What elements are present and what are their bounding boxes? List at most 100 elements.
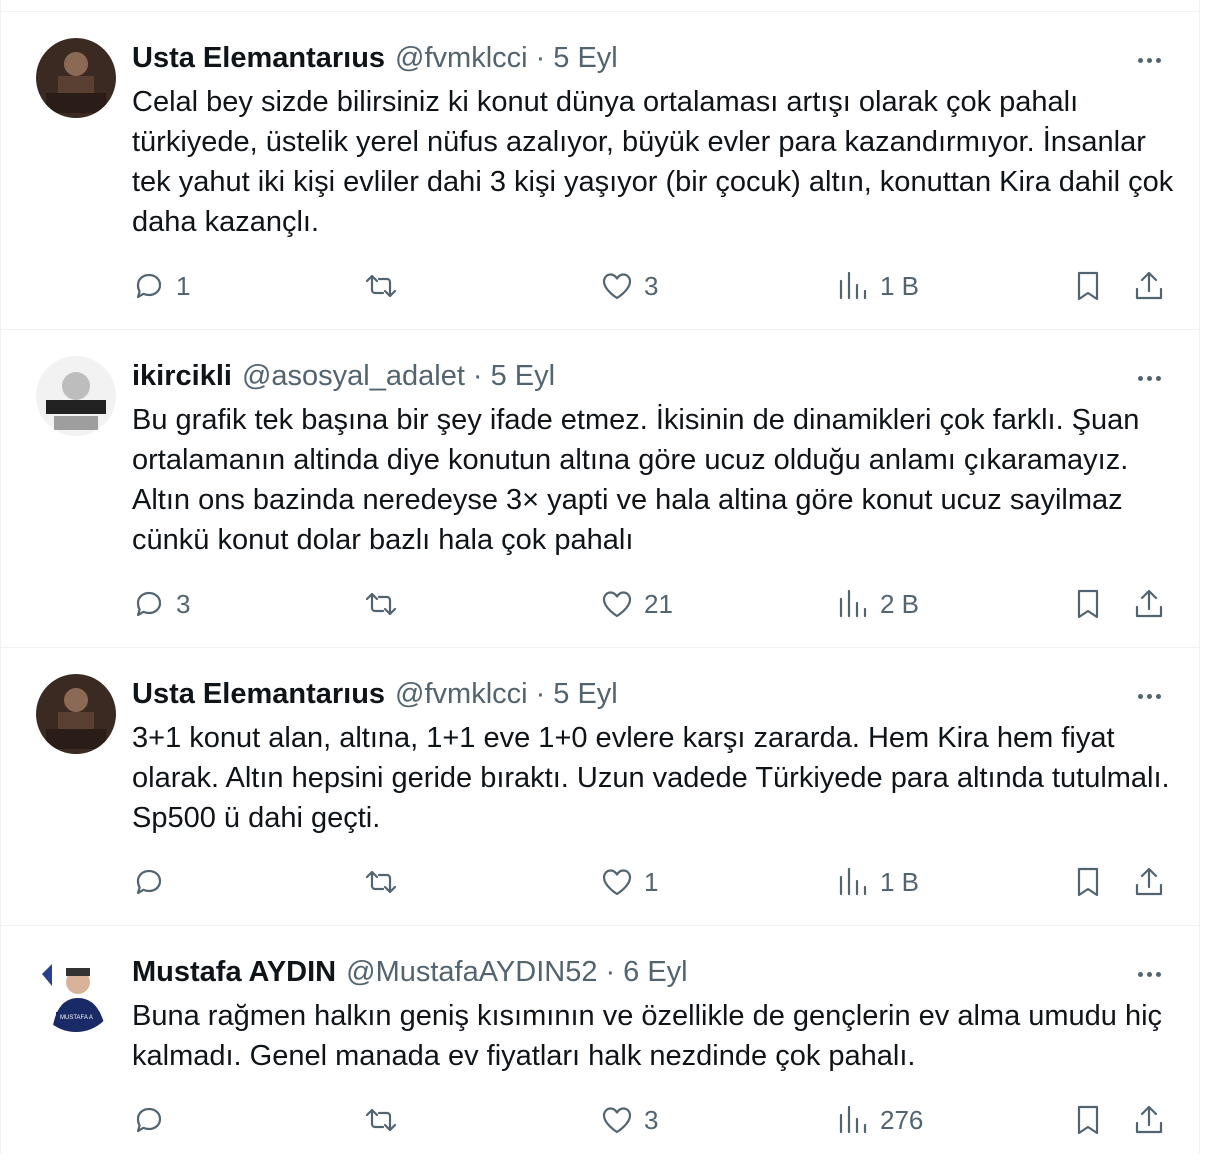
reply-button[interactable]: 1 [132,266,190,306]
bookmark-icon [1077,1105,1099,1135]
views-button[interactable]: 276 [836,1100,923,1140]
views-icon [839,1105,867,1134]
retweet-icon [365,592,397,616]
user-handle[interactable]: @MustafaAYDIN52 [346,956,597,989]
bookmark-button[interactable] [1071,1100,1105,1140]
tweet-date[interactable]: 5 Eyl [553,42,617,75]
like-button[interactable]: 1 [600,862,658,902]
tweet-actions: 1 3 1 B [132,266,1172,306]
retweet-button[interactable] [364,266,408,306]
avatar[interactable]: MUSTAFA A [36,952,116,1032]
views-icon [839,867,867,896]
tweet-date[interactable]: 6 Eyl [623,956,687,989]
tweet[interactable]: MUSTAFA A Mustafa AYDIN @MustafaAYDIN52 … [1,926,1201,1154]
bookmark-button[interactable] [1071,862,1105,902]
share-icon [1135,589,1163,618]
like-count: 1 [644,866,659,897]
views-count: 1 B [880,866,920,897]
tweet-header: Mustafa AYDIN @MustafaAYDIN52 · 6 Eyl [132,954,688,990]
views-count: 1 B [880,270,920,301]
share-icon [1135,271,1163,300]
share-button[interactable] [1132,584,1166,624]
bookmark-icon [1077,867,1099,897]
tweet-actions: 3 21 2 B [132,584,1172,624]
separator: · [535,41,546,74]
share-icon [1135,867,1163,896]
views-button[interactable]: 2 B [836,584,919,624]
like-count: 3 [644,270,659,301]
user-handle[interactable]: @fvmklcci [395,42,528,75]
avatar[interactable] [36,38,116,118]
retweet-icon [365,870,397,894]
views-icon [839,271,867,300]
like-icon [602,1107,632,1134]
tweet-text: 3+1 konut alan, altına, 1+1 eve 1+0 evle… [132,722,1170,834]
tweet-text: Buna rağmen halkın geniş kısımının ve öz… [132,1000,1163,1072]
views-count: 2 B [880,588,920,619]
retweet-button[interactable] [364,1100,408,1140]
like-count: 3 [644,1104,659,1135]
like-count: 21 [644,588,673,619]
display-name[interactable]: ikircikli [132,360,232,393]
tweet-date[interactable]: 5 Eyl [491,360,555,393]
tweet-text: Bu grafik tek başına bir şey ifade etmez… [132,404,1140,556]
like-button[interactable]: 21 [600,584,673,624]
user-handle[interactable]: @asosyal_adalet [242,360,465,393]
reply-icon [136,869,162,895]
more-icon[interactable] [1129,684,1169,708]
avatar[interactable] [36,674,116,754]
reply-icon [136,1107,162,1133]
share-button[interactable] [1132,862,1166,902]
separator: · [535,677,546,710]
retweet-button[interactable] [364,862,408,902]
retweet-button[interactable] [364,584,408,624]
views-button[interactable]: 1 B [836,266,919,306]
avatar-badge-text: MUSTAFA A [60,1015,93,1021]
share-icon [1135,1105,1163,1134]
avatar[interactable] [36,356,116,436]
reply-icon [136,591,162,617]
reply-count: 3 [176,588,191,619]
tweet-actions: 3 276 [132,1100,1172,1140]
tweet-date[interactable]: 5 Eyl [553,678,617,711]
tweet-text: Celal bey sizde bilirsiniz ki konut düny… [132,86,1174,238]
like-button[interactable]: 3 [600,1100,658,1140]
display-name[interactable]: Usta Elemantarıus [132,678,385,711]
tweet[interactable]: ikircikli @asosyal_adalet · 5 Eyl Bu gra… [1,330,1201,648]
retweet-icon [365,1108,397,1132]
display-name[interactable]: Usta Elemantarıus [132,42,385,75]
separator: · [605,955,616,988]
like-icon [602,273,632,300]
tweet-header: Usta Elemantarıus @fvmklcci · 5 Eyl [132,40,618,76]
retweet-icon [365,274,397,298]
bookmark-icon [1077,589,1099,619]
like-button[interactable]: 3 [600,266,658,306]
reply-button[interactable]: 3 [132,584,190,624]
tweet-actions: 1 1 B [132,862,1172,902]
separator: · [472,359,483,392]
share-button[interactable] [1132,266,1166,306]
bookmark-button[interactable] [1071,584,1105,624]
views-button[interactable]: 1 B [836,862,919,902]
bookmark-icon [1077,271,1099,301]
tweet-header: Usta Elemantarıus @fvmklcci · 5 Eyl [132,676,618,712]
tweet-header: ikircikli @asosyal_adalet · 5 Eyl [132,358,555,394]
reply-button[interactable] [132,1100,176,1140]
like-icon [602,591,632,618]
views-count: 276 [880,1104,924,1135]
reply-count: 1 [176,270,191,301]
more-icon[interactable] [1129,48,1169,72]
tweet[interactable]: Usta Elemantarıus @fvmklcci · 5 Eyl Cela… [1,12,1201,330]
tweet[interactable]: Usta Elemantarıus @fvmklcci · 5 Eyl 3+1 … [1,648,1201,926]
share-button[interactable] [1132,1100,1166,1140]
timeline: Usta Elemantarıus @fvmklcci · 5 Eyl Cela… [0,0,1201,1154]
reply-icon [136,273,162,299]
user-handle[interactable]: @fvmklcci [395,678,528,711]
display-name[interactable]: Mustafa AYDIN [132,956,336,989]
bookmark-button[interactable] [1071,266,1105,306]
more-icon[interactable] [1129,962,1169,986]
views-icon [839,589,867,618]
reply-button[interactable] [132,862,176,902]
more-icon[interactable] [1129,366,1169,390]
like-icon [602,869,632,896]
